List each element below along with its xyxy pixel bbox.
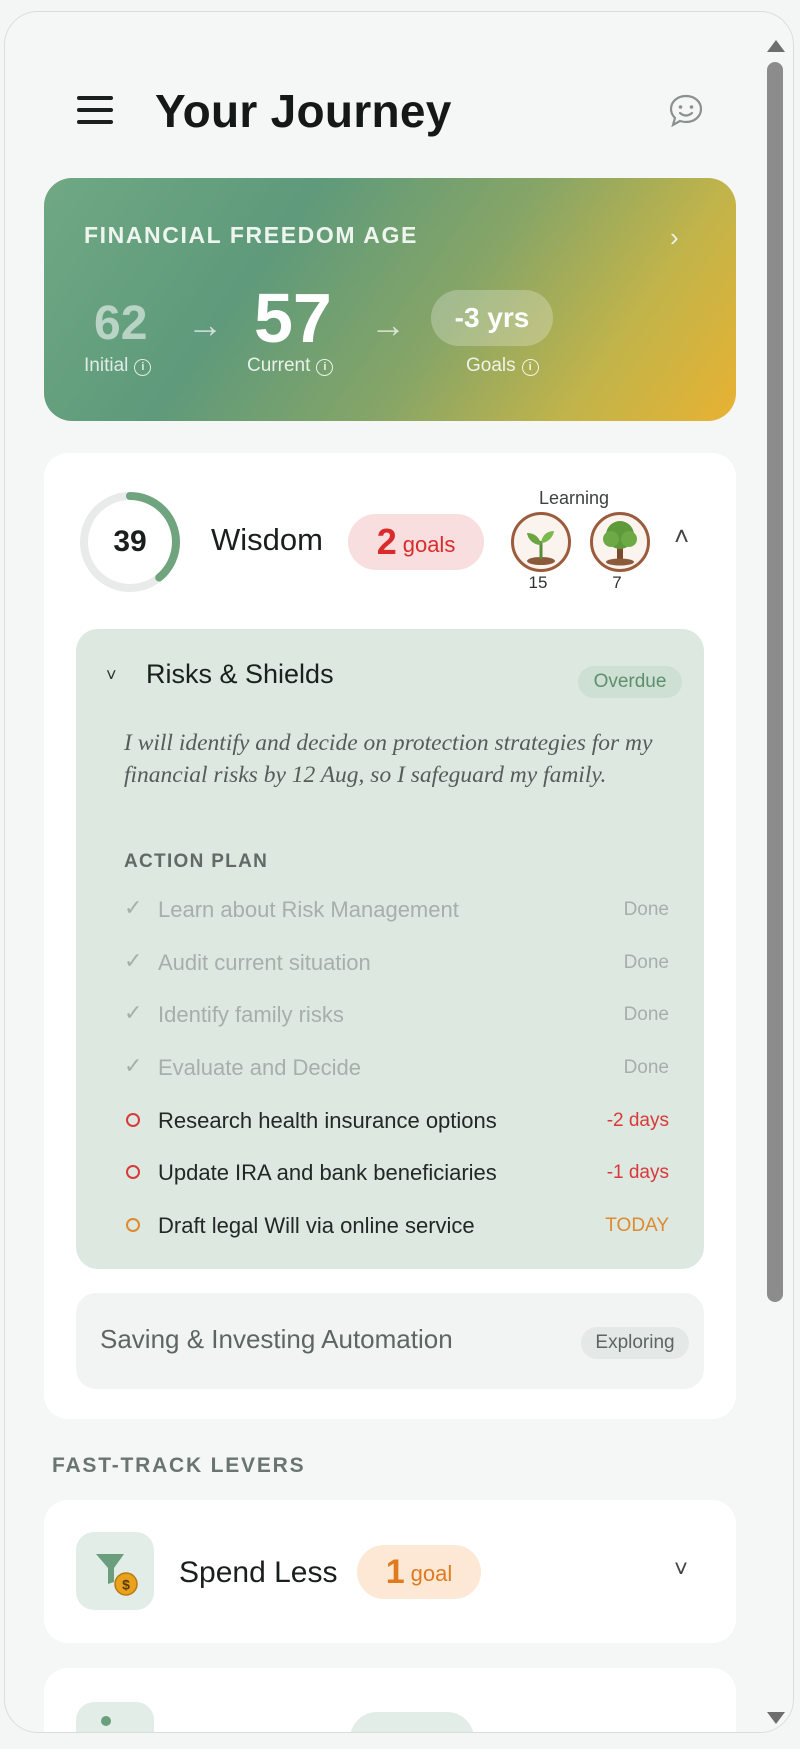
task-item[interactable]: Draft legal Will via online service TODA… xyxy=(124,1209,669,1243)
app-frame: Your Journey FINANCIAL FREEDOM AGE › 62 … xyxy=(4,11,794,1733)
wisdom-title: Wisdom xyxy=(211,522,323,557)
goal-title: Saving & Investing Automation xyxy=(100,1324,453,1354)
task-item[interactable]: Research health insurance options -2 day… xyxy=(124,1104,669,1138)
wisdom-score: 39 xyxy=(113,525,147,558)
task-status: Done xyxy=(623,1004,669,1025)
svg-text:$: $ xyxy=(122,1577,130,1593)
chevron-up-icon[interactable]: ˄ xyxy=(674,521,689,552)
circle-icon[interactable] xyxy=(126,1218,140,1232)
spend-less-card[interactable]: $ Spend Less 1 goal ˅ xyxy=(44,1500,736,1643)
circle-icon[interactable] xyxy=(126,1165,140,1179)
goals-label: Goals i xyxy=(466,355,539,377)
check-icon: ✓ xyxy=(124,1053,143,1078)
section-label: FAST-TRACK LEVERS xyxy=(52,1454,306,1477)
current-label-text: Current xyxy=(247,355,311,376)
risks-shields-goal: ˅ Risks & Shields Overdue I will identif… xyxy=(76,629,704,1269)
chevron-down-icon[interactable]: ˅ xyxy=(674,1556,688,1584)
sprout-icon[interactable] xyxy=(511,512,571,572)
task-label: Research health insurance options xyxy=(158,1108,497,1133)
scroll-up-arrow[interactable] xyxy=(767,40,785,52)
status-badge: Exploring xyxy=(581,1327,689,1359)
task-status: Done xyxy=(623,1057,669,1078)
task-label: Evaluate and Decide xyxy=(158,1055,362,1080)
financial-freedom-card[interactable]: FINANCIAL FREEDOM AGE › 62 Initial i → 57… xyxy=(44,178,736,421)
goals-label-text: Goals xyxy=(466,355,516,376)
goals-count: 1 xyxy=(385,1553,405,1591)
lever-goals-badge[interactable] xyxy=(350,1712,474,1732)
chevron-right-icon[interactable]: › xyxy=(670,222,679,253)
initial-age-label: Initial i xyxy=(84,355,152,377)
saving-investing-goal[interactable]: Saving & Investing Automation Exploring xyxy=(76,1293,704,1389)
arrow-right-icon: → xyxy=(187,304,223,345)
check-icon: ✓ xyxy=(124,895,143,920)
funnel-dollar-icon: $ xyxy=(76,1532,154,1610)
chat-icon[interactable] xyxy=(667,92,705,130)
current-age-label: Current i xyxy=(247,355,334,377)
lever-card[interactable] xyxy=(44,1668,736,1732)
tree-count: 7 xyxy=(612,573,622,592)
spend-goals-badge[interactable]: 1 goal xyxy=(357,1545,481,1599)
task-status: Done xyxy=(623,899,669,920)
goals-delta-pill: -3 yrs xyxy=(431,290,553,346)
task-label: Draft legal Will via online service xyxy=(158,1213,475,1238)
task-item[interactable]: ✓ Identify family risks Done xyxy=(124,998,669,1032)
chevron-down-icon[interactable]: ˅ xyxy=(106,665,117,686)
task-status: -2 days xyxy=(606,1110,669,1131)
scrollbar-thumb[interactable] xyxy=(767,62,783,1302)
sprout-count: 15 xyxy=(528,573,548,592)
task-item[interactable]: ✓ Evaluate and Decide Done xyxy=(124,1051,669,1085)
status-badge: Overdue xyxy=(578,666,682,698)
info-icon[interactable]: i xyxy=(316,359,334,376)
goal-title[interactable]: Risks & Shields xyxy=(146,659,334,690)
info-icon[interactable]: i xyxy=(134,359,152,376)
initial-age-value: 62 xyxy=(94,297,148,350)
wisdom-card: 39 Wisdom 2 goals Learning 15 7 ˄ ˅ Risk… xyxy=(44,453,736,1419)
wisdom-goals-badge[interactable]: 2 goals xyxy=(348,514,484,570)
goals-word: goal xyxy=(410,1561,453,1586)
goals-word: goals xyxy=(402,532,456,557)
spend-less-title: Spend Less xyxy=(179,1556,338,1589)
page-title: Your Journey xyxy=(155,85,452,137)
task-status: Done xyxy=(623,952,669,973)
task-status: TODAY xyxy=(605,1215,669,1236)
scrollbar[interactable] xyxy=(765,32,785,1732)
scroll-down-arrow[interactable] xyxy=(767,1712,785,1724)
check-icon: ✓ xyxy=(124,1000,143,1025)
app-header: Your Journey xyxy=(5,12,765,162)
learning-label: Learning xyxy=(539,488,610,508)
task-status: -1 days xyxy=(606,1162,669,1183)
lever-icon xyxy=(76,1702,154,1732)
task-label: Learn about Risk Management xyxy=(158,897,459,922)
task-label: Identify family risks xyxy=(158,1002,344,1027)
initial-label-text: Initial xyxy=(84,355,129,376)
action-plan-label: ACTION PLAN xyxy=(124,851,269,872)
tree-icon[interactable] xyxy=(590,512,650,572)
task-label: Update IRA and bank beneficiaries xyxy=(158,1160,497,1185)
info-icon[interactable]: i xyxy=(521,359,539,376)
task-item[interactable]: ✓ Learn about Risk Management Done xyxy=(124,893,669,927)
task-item[interactable]: Update IRA and bank beneficiaries -1 day… xyxy=(124,1156,669,1190)
freedom-card-title: FINANCIAL FREEDOM AGE xyxy=(84,222,418,248)
check-icon: ✓ xyxy=(124,948,143,973)
arrow-right-icon: → xyxy=(370,304,406,345)
task-item[interactable]: ✓ Audit current situation Done xyxy=(124,946,669,980)
circle-icon[interactable] xyxy=(126,1113,140,1127)
task-label: Audit current situation xyxy=(158,950,371,975)
goals-count: 2 xyxy=(376,521,397,562)
goal-description: I will identify and decide on protection… xyxy=(124,730,653,788)
current-age-value: 57 xyxy=(254,279,332,357)
menu-icon[interactable] xyxy=(77,96,113,124)
